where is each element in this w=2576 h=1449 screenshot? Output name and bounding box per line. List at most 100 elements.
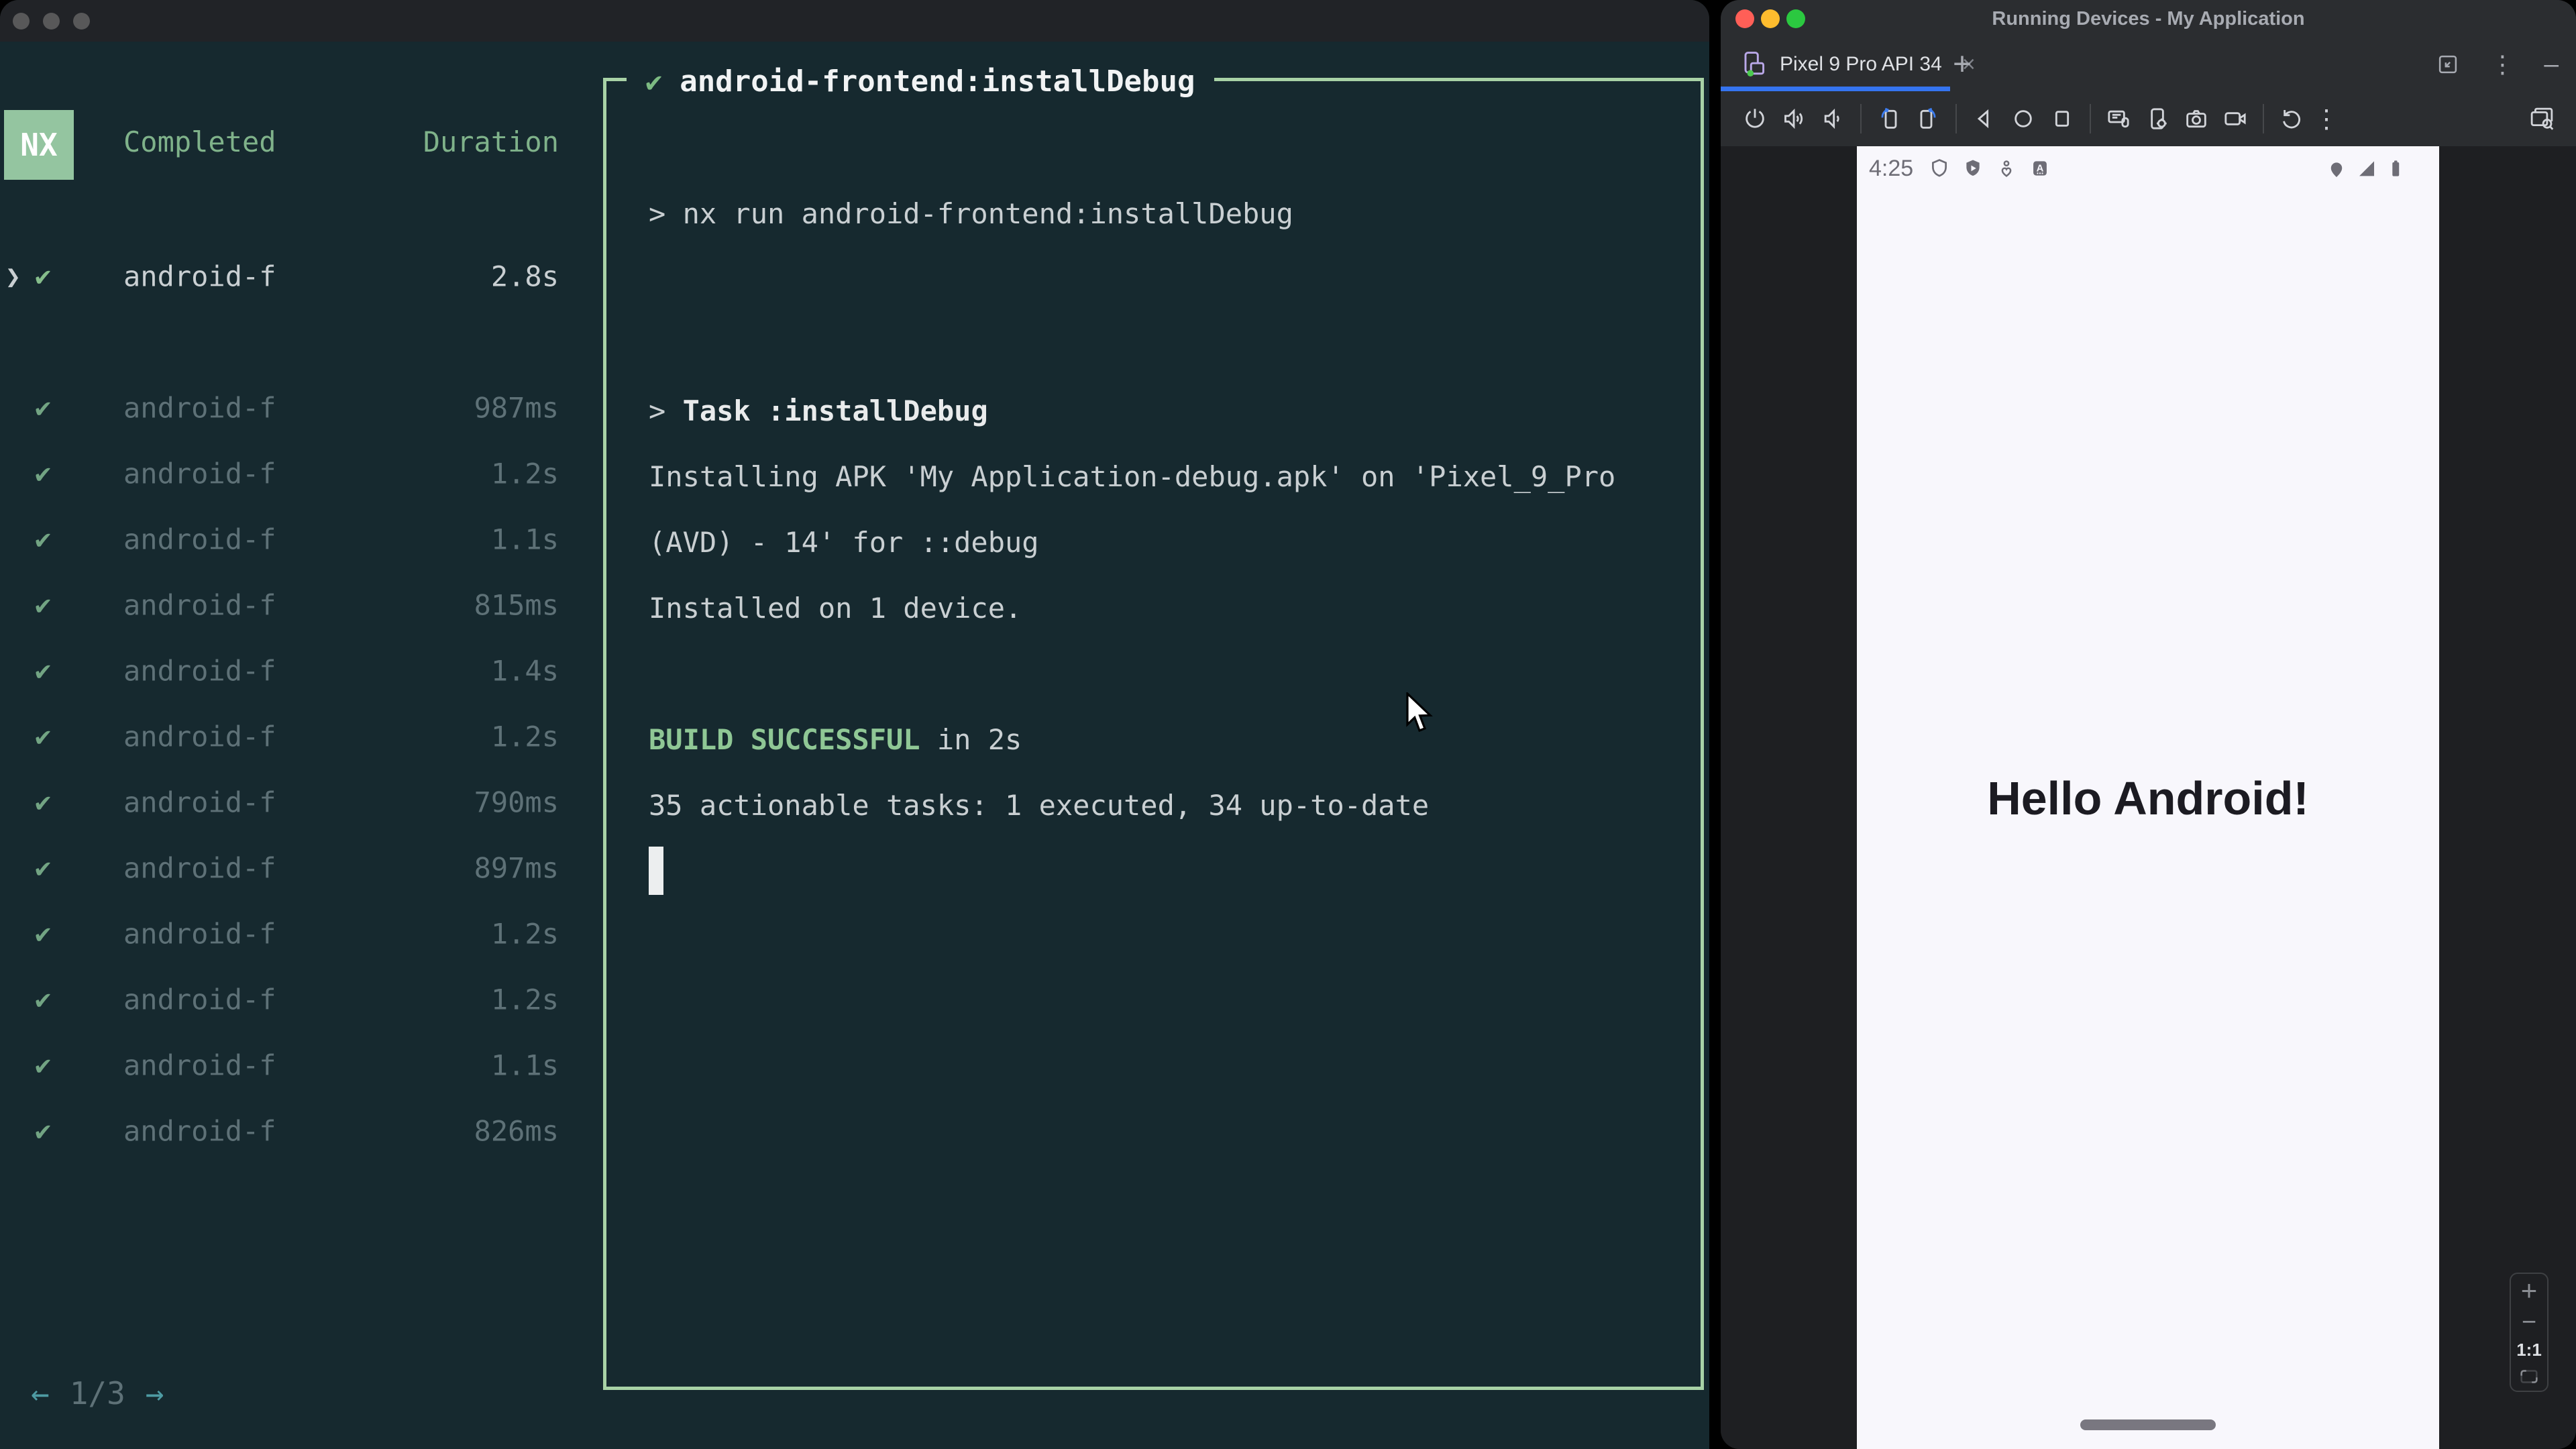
home-icon bbox=[2015, 110, 2032, 127]
task-name: android-f bbox=[123, 457, 276, 490]
device-settings-icon bbox=[2151, 108, 2167, 129]
tab-pixel-9-pro[interactable]: Pixel 9 Pro API 34 × bbox=[1721, 38, 1976, 91]
chevron-right-icon: ❯ bbox=[5, 262, 21, 291]
next-page-arrow[interactable]: → bbox=[146, 1375, 164, 1411]
volume-down-icon bbox=[1824, 108, 1839, 129]
terminal-line: BUILD SUCCESSFUL in 2s bbox=[649, 722, 1022, 756]
toolbar-separator bbox=[2263, 104, 2264, 133]
device-settings-button[interactable] bbox=[2138, 99, 2177, 138]
check-icon: ✔ bbox=[35, 721, 52, 752]
device-tabbar: Pixel 9 Pro API 34 × + ⋮ — bbox=[1721, 38, 2576, 91]
emulator-toolbar: ⋮ bbox=[1721, 91, 2576, 146]
manage-windows-button[interactable] bbox=[2522, 99, 2561, 138]
volume-up-button[interactable] bbox=[1774, 99, 1813, 138]
task-name: android-f bbox=[123, 786, 276, 819]
fit-to-window-icon[interactable] bbox=[2518, 1365, 2540, 1388]
virtual-display-button[interactable] bbox=[2099, 99, 2138, 138]
task-row[interactable]: ✔ android-f 1.1s bbox=[0, 1032, 604, 1098]
screen-record-button[interactable] bbox=[2216, 99, 2255, 138]
terminal-cursor bbox=[649, 847, 663, 895]
terminal-line: 35 actionable tasks: 1 executed, 34 up-t… bbox=[649, 788, 1430, 822]
terminal-line: (AVD) - 14' for ::debug bbox=[649, 525, 1039, 559]
running-devices-titlebar: Running Devices - My Application bbox=[1721, 0, 2576, 38]
task-duration: 897ms bbox=[474, 851, 559, 885]
snapshot-reset-button[interactable] bbox=[2272, 99, 2311, 138]
task-name: android-f bbox=[123, 917, 276, 951]
task-duration: 1.1s bbox=[490, 523, 559, 556]
task-row[interactable]: ✔ android-f 1.2s bbox=[0, 901, 604, 967]
task-duration: 1.1s bbox=[490, 1049, 559, 1082]
task-row[interactable]: ❯ ✔ android-f 2.8s bbox=[0, 244, 604, 309]
toolbar-separator bbox=[1955, 104, 1957, 133]
terminal-line: Installed on 1 device. bbox=[649, 591, 1022, 625]
rotate-right-button[interactable] bbox=[1909, 99, 1947, 138]
task-row[interactable]: ✔ android-f 1.2s bbox=[0, 441, 604, 506]
task-row[interactable]: ✔ android-f 1.2s bbox=[0, 967, 604, 1032]
toolbar-separator bbox=[2090, 104, 2091, 133]
task-row[interactable]: ✔ android-f 897ms bbox=[0, 835, 604, 901]
close-button-inactive[interactable] bbox=[13, 13, 30, 30]
location-icon bbox=[2330, 162, 2343, 178]
auto-translate-icon: A bbox=[2033, 161, 2047, 176]
hide-icon[interactable]: — bbox=[2544, 51, 2559, 78]
task-row[interactable]: ✔ android-f 790ms bbox=[0, 769, 604, 835]
task-output-title: android-frontend:installDebug bbox=[680, 64, 1195, 99]
zoom-in-button[interactable]: + bbox=[2521, 1276, 2538, 1305]
task-name: android-f bbox=[123, 391, 276, 425]
window-title: Running Devices - My Application bbox=[1992, 7, 2305, 30]
task-row[interactable]: ✔ android-f 1.2s bbox=[0, 704, 604, 769]
task-row[interactable]: ✔ android-f 987ms bbox=[0, 375, 604, 441]
task-row[interactable]: ✔ android-f 826ms bbox=[0, 1098, 604, 1164]
rotate-left-icon bbox=[1881, 107, 1897, 129]
terminal-line bbox=[649, 838, 1687, 904]
terminal-window-titlebar bbox=[0, 0, 1709, 42]
back-button[interactable] bbox=[1965, 99, 2004, 138]
minimize-button-inactive[interactable] bbox=[43, 13, 60, 30]
battery-icon bbox=[2392, 160, 2400, 176]
options-kebab-icon[interactable]: ⋮ bbox=[2490, 51, 2514, 78]
task-row[interactable]: ✔ android-f 815ms bbox=[0, 572, 604, 638]
toolbar-more-icon[interactable]: ⋮ bbox=[2311, 104, 2342, 133]
check-icon: ✔ bbox=[35, 787, 52, 818]
terminal-line: > Task :installDebug bbox=[649, 394, 988, 427]
zoom-1to1-button[interactable]: 1:1 bbox=[2516, 1340, 2542, 1360]
task-output-header: ✔ android-frontend:installDebug bbox=[627, 53, 1214, 109]
emulator-screen[interactable]: 4:25 A Hello Android! bbox=[1857, 146, 2439, 1449]
maximize-button[interactable] bbox=[1786, 9, 1805, 28]
terminal-output: > nx run android-frontend:installDebug > … bbox=[649, 180, 1687, 904]
float-window-icon[interactable] bbox=[2435, 52, 2461, 77]
task-name: android-f bbox=[123, 1049, 276, 1082]
task-duration: 1.2s bbox=[490, 457, 559, 490]
rotate-left-button[interactable] bbox=[1870, 99, 1909, 138]
task-row[interactable]: ✔ android-f 1.1s bbox=[0, 506, 604, 572]
minimize-button[interactable] bbox=[1761, 9, 1780, 28]
overview-button[interactable] bbox=[2043, 99, 2082, 138]
device-display-area: 4:25 A Hello Android! + − 1:1 bbox=[1721, 146, 2576, 1449]
zoom-out-button[interactable]: − bbox=[2522, 1309, 2536, 1335]
close-button[interactable] bbox=[1735, 9, 1754, 28]
check-icon: ✔ bbox=[35, 918, 52, 949]
check-icon: ✔ bbox=[35, 458, 52, 489]
screenshot-button[interactable] bbox=[2177, 99, 2216, 138]
maximize-button-inactive[interactable] bbox=[73, 13, 90, 30]
volume-down-button[interactable] bbox=[1813, 99, 1852, 138]
overview-icon bbox=[2055, 111, 2070, 127]
add-tab-button[interactable]: + bbox=[1953, 46, 1972, 83]
check-icon: ✔ bbox=[35, 590, 52, 621]
nx-logo: NX bbox=[4, 110, 74, 180]
home-button[interactable] bbox=[2004, 99, 2043, 138]
check-icon: ✔ bbox=[35, 392, 52, 423]
task-duration: 790ms bbox=[474, 786, 559, 819]
vpn-shield-icon bbox=[1932, 159, 1947, 177]
column-duration: Duration bbox=[423, 125, 559, 158]
power-button[interactable] bbox=[1735, 99, 1774, 138]
check-icon: ✔ bbox=[35, 1050, 52, 1081]
volume-up-icon bbox=[1784, 108, 1803, 129]
camera-icon bbox=[2186, 110, 2206, 128]
task-duration: 1.4s bbox=[490, 654, 559, 688]
prev-page-arrow[interactable]: ← bbox=[31, 1375, 50, 1411]
video-camera-icon bbox=[2224, 112, 2246, 125]
task-row[interactable]: ✔ android-f 1.4s bbox=[0, 638, 604, 704]
rotate-right-icon bbox=[1920, 107, 1936, 129]
